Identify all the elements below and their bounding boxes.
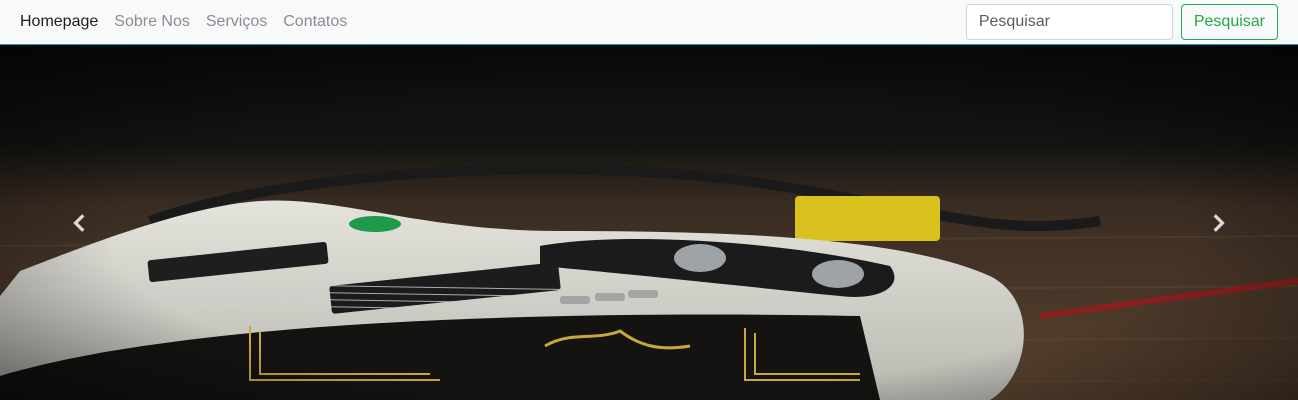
nav-link-servicos[interactable]: Serviços (206, 13, 267, 31)
carousel-prev-button[interactable] (0, 46, 160, 400)
hero-carousel (0, 46, 1298, 400)
search-button[interactable]: Pesquisar (1180, 4, 1278, 40)
search-form: Pesquisar (965, 4, 1278, 40)
top-navbar: Homepage Sobre Nos Serviços Contatos Pes… (0, 0, 1298, 45)
nav-link-sobre-nos[interactable]: Sobre Nos (114, 13, 190, 31)
carousel-next-button[interactable] (1138, 46, 1298, 400)
chevron-left-icon (73, 214, 85, 232)
carousel-image (0, 46, 1298, 400)
nav-link-contatos[interactable]: Contatos (283, 13, 347, 31)
chevron-right-icon (1213, 214, 1225, 232)
nav-link-homepage[interactable]: Homepage (20, 13, 98, 31)
search-input[interactable] (965, 4, 1173, 40)
nav-links: Homepage Sobre Nos Serviços Contatos (20, 13, 347, 31)
